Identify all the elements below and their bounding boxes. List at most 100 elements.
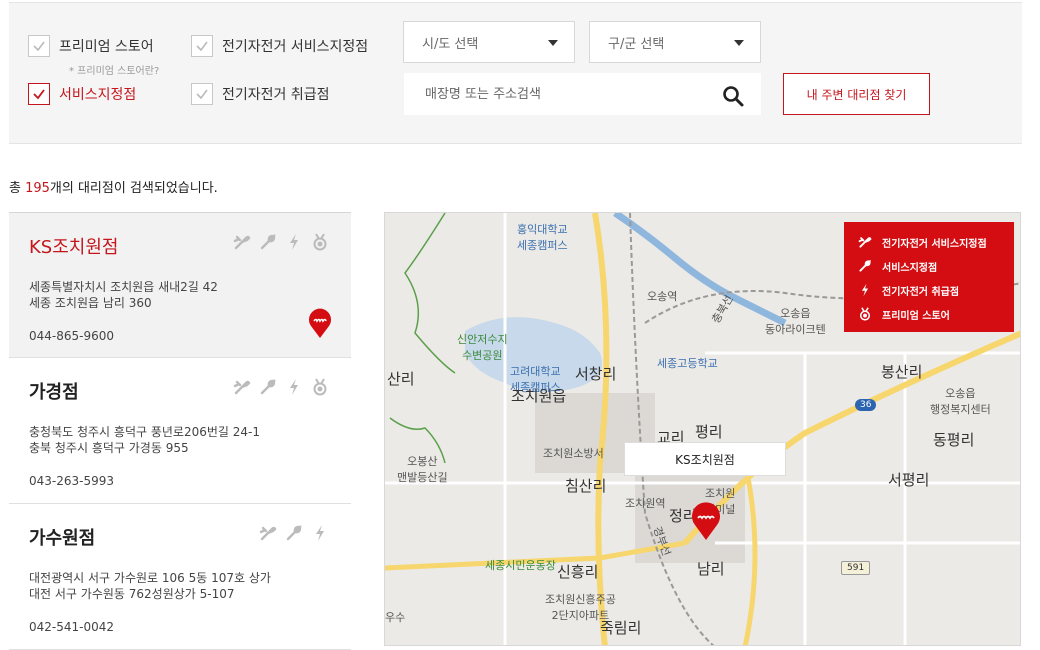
checkbox-box[interactable] bbox=[28, 35, 50, 57]
store-address: 충청북도 청주시 흥덕구 풍년로206번길 24-1 충북 청주시 흥덕구 가경… bbox=[29, 424, 331, 456]
lightning-icon bbox=[861, 283, 869, 297]
service-store-checkbox[interactable]: 서비스지정점 bbox=[28, 83, 136, 105]
store-lot-address: 세종 조치원읍 남리 360 bbox=[29, 296, 152, 310]
wrench-icon bbox=[259, 378, 277, 396]
map-label-ohsong: 오송역 bbox=[647, 290, 678, 303]
map-label-osong-dong: 오송읍 동아라이크텐 bbox=[765, 307, 826, 336]
legend-label: 전기자전거 취급점 bbox=[882, 286, 960, 298]
store-address: 대전광역시 서구 가수원로 106 5동 107호 상가 대전 서구 가수원동 … bbox=[29, 570, 331, 602]
gugun-select-value: 구/군 선택 bbox=[608, 36, 665, 52]
store-lot-address: 대전 서구 가수원동 762성원상가 5-107 bbox=[29, 587, 235, 601]
sido-select[interactable]: 시/도 선택 bbox=[403, 21, 575, 63]
map-label-sinan: 신안저수지 수변공원 bbox=[457, 333, 508, 362]
check-icon bbox=[196, 89, 208, 100]
premium-store-info-link[interactable]: * 프리미엄 스토어란? bbox=[69, 62, 159, 77]
lightning-icon bbox=[285, 233, 303, 251]
map-label-chimsan: 침산리 bbox=[565, 477, 607, 495]
map-label-stadium: 세종시민운동장 bbox=[485, 559, 556, 572]
checkbox-box[interactable] bbox=[191, 83, 213, 105]
check-icon bbox=[33, 89, 45, 100]
legend-row: 전기자전거 취급점 bbox=[858, 278, 1014, 302]
legend-row: 전기자전거 서비스지정점 bbox=[858, 230, 1014, 254]
legend-label: 서비스지정점 bbox=[882, 262, 938, 274]
river-shape bbox=[613, 213, 787, 327]
check-icon bbox=[33, 41, 45, 52]
map-label-usu: 우수 bbox=[385, 611, 406, 624]
map-legend: 전기자전거 서비스지정점 서비스지정점 전기자전거 취급점 프리미엄 스토어 bbox=[844, 222, 1014, 332]
map-label-osan: 오봉산 맨발등산길 bbox=[397, 455, 448, 484]
store-item[interactable]: 가수원점 대전광역시 서구 가수원로 106 5동 107호 상가 대전 서구 … bbox=[9, 504, 351, 650]
map-label-sinheung: 신흥리 bbox=[557, 563, 599, 581]
store-feature-icons bbox=[233, 233, 329, 251]
premium-store-checkbox[interactable]: 프리미엄 스토어 bbox=[28, 35, 154, 57]
store-road-address: 충청북도 청주시 흥덕구 풍년로206번길 24-1 bbox=[29, 425, 260, 439]
map-pin-icon[interactable] bbox=[307, 307, 333, 339]
checkbox-label: 서비스지정점 bbox=[59, 87, 137, 103]
store-feature-icons bbox=[259, 524, 329, 542]
legend-row: 서비스지정점 bbox=[858, 254, 1014, 278]
ebike-service-icon bbox=[233, 378, 251, 396]
store-item[interactable]: KS조치원점 세종특별자치시 조치원읍 새내2길 42 세종 조치원읍 남리 3… bbox=[9, 212, 351, 358]
store-feature-icons bbox=[233, 378, 329, 396]
result-number: 195 bbox=[25, 181, 50, 196]
map-label-sejong-high: 세종고등학교 bbox=[657, 357, 718, 370]
map-label-pyeongri: 평리 bbox=[695, 423, 723, 441]
store-road-address: 세종특별자치시 조치원읍 새내2길 42 bbox=[29, 280, 218, 294]
ebike-service-icon bbox=[259, 524, 277, 542]
result-count: 총 195개의 대리점이 검색되었습니다. bbox=[9, 177, 218, 196]
store-item[interactable]: 가경점 충청북도 청주시 흥덕구 풍년로206번길 24-1 충북 청주시 흥덕… bbox=[9, 358, 351, 504]
result-suffix: 개의 대리점이 검색되었습니다. bbox=[49, 181, 218, 196]
road-591-badge: 591 bbox=[841, 561, 871, 575]
ebike-dealer-checkbox[interactable]: 전기자전거 취급점 bbox=[191, 83, 330, 105]
store-address: 세종특별자치시 조치원읍 새내2길 42 세종 조치원읍 남리 360 bbox=[29, 279, 331, 311]
check-icon bbox=[196, 41, 208, 52]
result-prefix: 총 bbox=[9, 181, 26, 196]
lightning-icon bbox=[311, 524, 329, 542]
map-label-nam: 남리 bbox=[697, 560, 725, 578]
store-phone: 043-263-5993 bbox=[29, 474, 115, 488]
checkbox-label: 전기자전거 서비스지정점 bbox=[222, 39, 369, 55]
medal-icon bbox=[311, 378, 329, 396]
medal-icon bbox=[859, 307, 871, 321]
wrench-icon bbox=[259, 233, 277, 251]
map-label-seopyeong: 서평리 bbox=[888, 471, 930, 489]
checkbox-box[interactable] bbox=[28, 83, 50, 105]
wrench-icon bbox=[859, 259, 872, 272]
map-label-sanri: 산리 bbox=[387, 370, 415, 388]
medal-icon bbox=[311, 233, 329, 251]
map-label-jochiwon: 조치원읍 bbox=[511, 387, 567, 405]
map-label-osong-office: 오송읍 행정복지센터 bbox=[930, 387, 991, 416]
search-box bbox=[404, 73, 761, 115]
map-label-dongpyeong: 동평리 bbox=[933, 431, 975, 449]
store-phone: 042-541-0042 bbox=[29, 620, 115, 634]
wrench-icon bbox=[285, 524, 303, 542]
checkbox-label: 전기자전거 취급점 bbox=[222, 87, 330, 103]
caret-down-icon bbox=[734, 40, 744, 46]
map-label-jukrim: 죽림리 bbox=[600, 619, 642, 637]
road-36-badge: 36 bbox=[855, 399, 877, 411]
map-view[interactable]: 홍익대학교 세종캠퍼스 신안저수지 수변공원 고려대학교 세종캠퍼스 조치원읍 서창리… bbox=[384, 212, 1021, 646]
map-label-seochang: 서창리 bbox=[575, 365, 617, 383]
ebike-service-icon bbox=[233, 233, 251, 251]
map-marker-icon[interactable] bbox=[690, 501, 722, 541]
map-info-popup[interactable]: KS조치원점 bbox=[624, 442, 786, 476]
map-label-bongsan: 봉산리 bbox=[881, 363, 923, 381]
caret-down-icon bbox=[548, 40, 558, 46]
map-label-station: 조치원역 bbox=[625, 497, 666, 510]
store-phone: 044-865-9600 bbox=[29, 329, 115, 343]
legend-row: 프리미엄 스토어 bbox=[858, 302, 1014, 326]
search-input[interactable] bbox=[405, 86, 705, 102]
store-road-address: 대전광역시 서구 가수원로 106 5동 107호 상가 bbox=[29, 571, 271, 585]
search-icon[interactable] bbox=[722, 85, 744, 107]
lightning-icon bbox=[285, 378, 303, 396]
filter-panel: 프리미엄 스토어 * 프리미엄 스토어란? 전기자전거 서비스지정점 서비스지정… bbox=[9, 2, 1022, 144]
find-nearby-button[interactable]: 내 주변 대리점 찾기 bbox=[783, 73, 930, 115]
map-label-hongik: 홍익대학교 세종캠퍼스 bbox=[517, 223, 568, 252]
map-label-fire: 조치원소방서 bbox=[543, 447, 604, 460]
ebike-service-icon bbox=[858, 237, 872, 248]
checkbox-box[interactable] bbox=[191, 35, 213, 57]
ebike-service-checkbox[interactable]: 전기자전거 서비스지정점 bbox=[191, 35, 368, 57]
store-list: KS조치원점 세종특별자치시 조치원읍 새내2길 42 세종 조치원읍 남리 3… bbox=[9, 212, 351, 650]
gugun-select[interactable]: 구/군 선택 bbox=[589, 21, 761, 63]
legend-label: 전기자전거 서비스지정점 bbox=[882, 238, 987, 250]
